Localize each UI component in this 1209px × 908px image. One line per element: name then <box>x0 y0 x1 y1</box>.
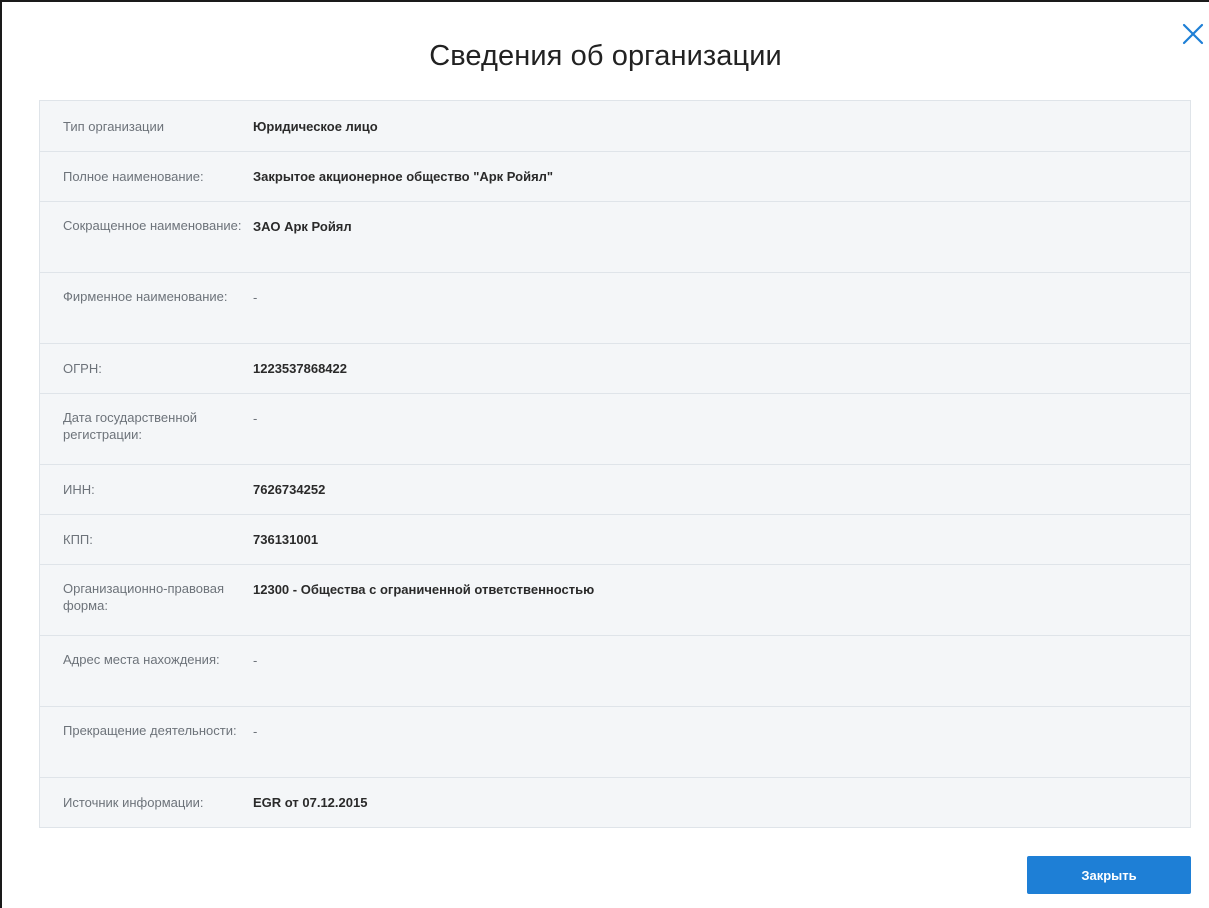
info-row-value: Закрытое акционерное общество "Арк Ройял… <box>253 169 554 184</box>
info-row-short-name: Сокращенное наименование: ЗАО Арк Ройял <box>40 201 1190 272</box>
info-row-inn: ИНН: 7626734252 <box>40 464 1190 514</box>
info-row-address: Адрес места нахождения: - <box>40 635 1190 706</box>
info-row-brand-name: Фирменное наименование: - <box>40 272 1190 343</box>
info-row-label: КПП: <box>63 532 93 547</box>
organization-info-table: Тип организации Юридическое лицо Полное … <box>39 100 1191 828</box>
info-row-value: 7626734252 <box>253 482 326 497</box>
info-row-value: - <box>253 653 258 668</box>
info-row-org-type: Тип организации Юридическое лицо <box>40 101 1190 151</box>
info-row-label: Организационно-правовая форма: <box>63 581 225 613</box>
info-row-termination: Прекращение деятельности: - <box>40 706 1190 777</box>
info-row-value: 12300 - Общества с ограниченной ответств… <box>253 582 595 597</box>
info-row-source: Источник информации: EGR от 07.12.2015 <box>40 777 1190 827</box>
close-button[interactable]: Закрыть <box>1027 856 1191 894</box>
info-row-legal-form: Организационно-правовая форма: 12300 - О… <box>40 564 1190 635</box>
info-row-value: EGR от 07.12.2015 <box>253 795 368 810</box>
info-row-value: ЗАО Арк Ройял <box>253 219 352 234</box>
info-row-kpp: КПП: 736131001 <box>40 514 1190 564</box>
info-row-registration-date: Дата государственной регистрации: - <box>40 393 1190 464</box>
info-row-label: Дата государственной регистрации: <box>63 410 197 442</box>
info-row-ogrn: ОГРН: 1223537868422 <box>40 343 1190 393</box>
info-row-label: Фирменное наименование: <box>63 289 228 304</box>
info-row-value: - <box>253 411 258 426</box>
info-row-value: 1223537868422 <box>253 361 347 376</box>
info-row-value: - <box>253 290 258 305</box>
info-row-value: Юридическое лицо <box>253 118 378 134</box>
info-row-label: Полное наименование: <box>63 169 204 184</box>
info-row-value: - <box>253 724 258 739</box>
info-row-label: Адрес места нахождения: <box>63 652 220 667</box>
info-row-label: ИНН: <box>63 482 95 497</box>
info-row-label: Источник информации: <box>63 795 204 810</box>
info-row-full-name: Полное наименование: Закрытое акционерно… <box>40 151 1190 201</box>
info-row-label: Сокращенное наименование: <box>63 218 242 233</box>
info-row-label: ОГРН: <box>63 361 102 376</box>
info-row-label: Тип организации <box>63 118 165 134</box>
organization-info-dialog: Сведения об организации Тип организации … <box>0 0 1209 908</box>
info-row-label: Прекращение деятельности: <box>63 723 237 738</box>
dialog-title: Сведения об организации <box>429 40 782 72</box>
info-row-value: 736131001 <box>253 532 319 547</box>
